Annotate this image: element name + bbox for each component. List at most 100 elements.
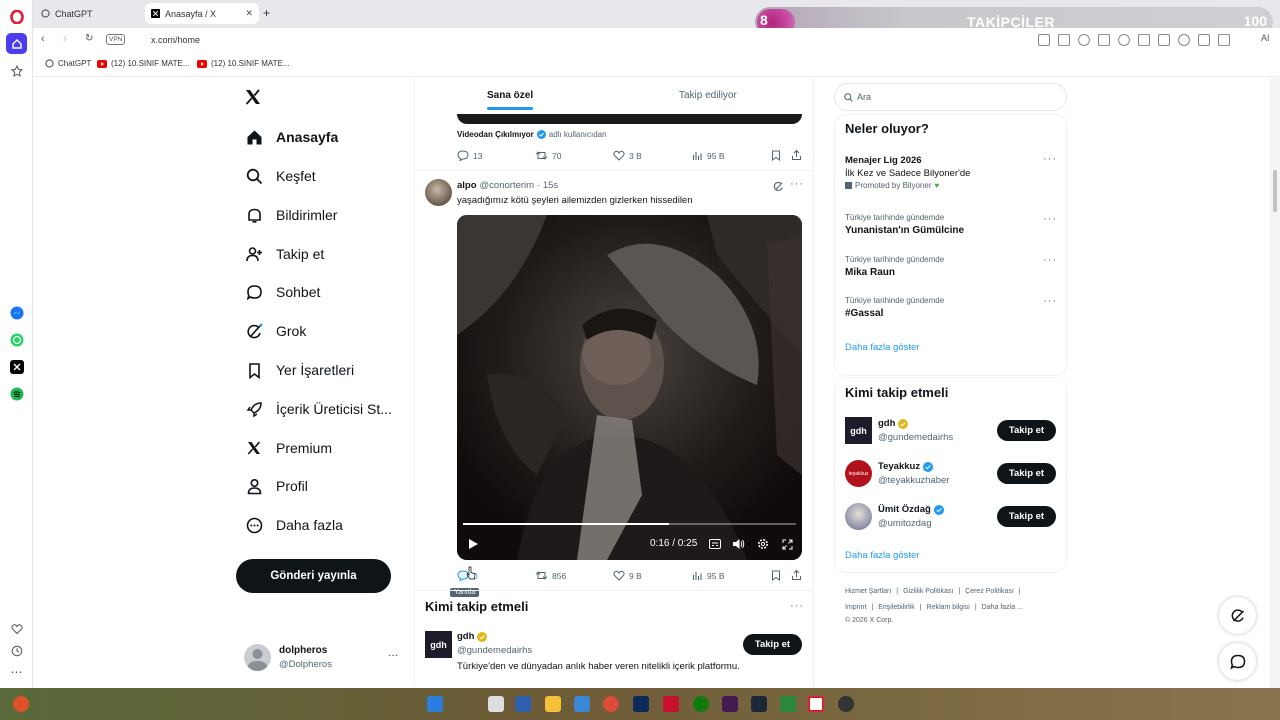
footer-link[interactable]: Erişilebilirlik [878, 604, 915, 611]
follow-name-row[interactable]: gdh [878, 418, 909, 429]
share-icon[interactable] [791, 569, 802, 581]
footer-link[interactable]: Imprint [845, 604, 866, 611]
bookmark-icon[interactable] [771, 150, 781, 161]
views-button[interactable]: 95 B [692, 570, 725, 581]
follow-button[interactable]: Takip et [997, 506, 1056, 527]
tab-following[interactable]: Takip ediliyor [679, 90, 737, 101]
bookmark-youtube-1[interactable]: (12) 10.SINIF MATE... [97, 59, 190, 68]
tab-anasayfa[interactable]: Anasayfa / X ✕ [145, 3, 259, 24]
avatar[interactable]: teyakkuz [845, 460, 872, 487]
post-button[interactable]: Gönderi yayınla [236, 559, 391, 593]
trend-item[interactable]: Türkiye tarihinde gündemde Yunanistan'ın… [845, 213, 964, 236]
avatar[interactable]: gdh [845, 417, 872, 444]
app-icon[interactable] [838, 696, 854, 712]
x-logo-icon[interactable] [244, 88, 262, 106]
app-icon[interactable] [722, 696, 738, 712]
close-tab-icon[interactable]: ✕ [245, 8, 253, 19]
app-icon[interactable] [663, 696, 679, 712]
nav-follow[interactable]: Takip et [244, 240, 324, 268]
tab-chatgpt[interactable]: ChatGPT [35, 3, 141, 24]
trend-item-promoted[interactable]: Menajer Lig 2026 İlk Kez ve Sadece Bilyo… [845, 155, 1055, 190]
like-button[interactable]: 9 B [613, 570, 642, 581]
repost-button[interactable]: 856 [535, 570, 566, 581]
nav-more[interactable]: Daha fazla [244, 511, 343, 539]
play-icon[interactable] [468, 538, 479, 550]
account-more-icon[interactable]: ··· [388, 650, 398, 661]
footer-link[interactable]: Daha fazla ... [982, 604, 1023, 611]
avatar[interactable] [845, 503, 872, 530]
weather-icon[interactable] [13, 696, 29, 712]
reload-icon[interactable]: ↻ [85, 33, 93, 44]
trend-more-icon[interactable]: ··· [1043, 153, 1057, 165]
xbox-icon[interactable] [693, 696, 709, 712]
forward-icon[interactable]: › [63, 33, 67, 45]
windows-start-icon[interactable] [427, 696, 443, 712]
nav-home[interactable]: Anasayfa [244, 123, 338, 151]
back-icon[interactable]: ‹ [41, 33, 45, 45]
follow-name-row[interactable]: Teyakkuz [878, 461, 934, 472]
avatar[interactable] [425, 179, 452, 206]
repost-button[interactable]: 70 [535, 150, 561, 161]
follow-button[interactable]: Takip et [743, 634, 802, 655]
nav-bookmarks[interactable]: Yer İşaretleri [244, 356, 354, 384]
trend-more-icon[interactable]: ··· [1043, 295, 1057, 307]
reply-button[interactable]: 13 [457, 150, 482, 161]
footer-link[interactable]: Çerez Politikası [965, 588, 1014, 595]
vpn-badge[interactable]: VPN [106, 34, 126, 45]
post-handle[interactable]: @conorterim [480, 180, 535, 191]
opera-taskbar-icon[interactable] [808, 696, 824, 712]
home-icon[interactable] [6, 33, 27, 54]
heart-icon[interactable] [6, 618, 27, 639]
like-button[interactable]: 3 B [613, 150, 642, 161]
whatsapp-icon[interactable] [6, 329, 27, 350]
trend-more-icon[interactable]: ··· [1043, 213, 1057, 225]
trend-more-icon[interactable]: ··· [1043, 254, 1057, 266]
post-author[interactable]: alpo [457, 180, 477, 191]
bookmark-youtube-2[interactable]: (12) 10.SINIF MATE... [197, 59, 290, 68]
messages-float-button[interactable] [1219, 643, 1256, 680]
post-video[interactable]: 0:16 / 0:25 [457, 215, 802, 560]
share-icon[interactable] [791, 149, 802, 161]
footer-link[interactable]: Reklam bilgisi [927, 604, 970, 611]
settings-icon[interactable] [757, 538, 769, 550]
footer-link[interactable]: Gizlilik Politikası [903, 588, 953, 595]
post-time[interactable]: · 15s [537, 180, 558, 191]
search-input[interactable]: Ara [834, 83, 1067, 111]
calculator-icon[interactable] [515, 696, 531, 712]
messenger-icon[interactable] [6, 302, 27, 323]
more-icon[interactable]: ⋯ [6, 661, 27, 682]
scrollbar[interactable] [1270, 78, 1280, 688]
app-icon[interactable] [780, 696, 796, 712]
scrollbar-thumb[interactable] [1273, 170, 1277, 212]
nav-explore[interactable]: Keşfet [244, 162, 316, 190]
history-icon[interactable] [6, 640, 27, 661]
previous-video[interactable] [457, 114, 802, 124]
app-icon[interactable] [633, 696, 649, 712]
file-icon[interactable] [488, 696, 504, 712]
pinboard-icon[interactable] [6, 60, 27, 81]
nav-chat[interactable]: Sohbet [244, 278, 320, 306]
post-more-icon[interactable]: ··· [790, 178, 804, 190]
show-more-link[interactable]: Daha fazla göster [845, 342, 919, 353]
mail-icon[interactable] [574, 696, 590, 712]
url-field[interactable]: x.com/home [151, 35, 200, 45]
nav-creator-studio[interactable]: İçerik Üreticisi St... [244, 395, 392, 423]
new-tab-button[interactable]: + [263, 6, 270, 20]
chrome-icon[interactable] [603, 696, 619, 712]
fullscreen-icon[interactable] [782, 539, 793, 550]
tab-for-you[interactable]: Sana özel [487, 90, 533, 101]
nav-grok[interactable]: Grok [244, 317, 306, 345]
nav-profile[interactable]: Profil [244, 472, 308, 500]
x-app-icon[interactable] [6, 356, 27, 377]
grok-float-button[interactable] [1219, 597, 1256, 634]
nav-notifications[interactable]: Bildirimler [244, 201, 337, 229]
nav-premium[interactable]: Premium [244, 434, 332, 462]
footer-link[interactable]: Hizmet Şartları [845, 588, 891, 595]
follow-button[interactable]: Takip et [997, 463, 1056, 484]
follow-button[interactable]: Takip et [997, 420, 1056, 441]
bookmark-chatgpt[interactable]: ChatGPT [45, 59, 91, 68]
views-button[interactable]: 95 B [692, 150, 725, 161]
captions-icon[interactable] [709, 539, 721, 549]
volume-icon[interactable] [732, 538, 745, 550]
trend-item[interactable]: Türkiye tarihinde gündemde Mika Raun [845, 255, 944, 278]
